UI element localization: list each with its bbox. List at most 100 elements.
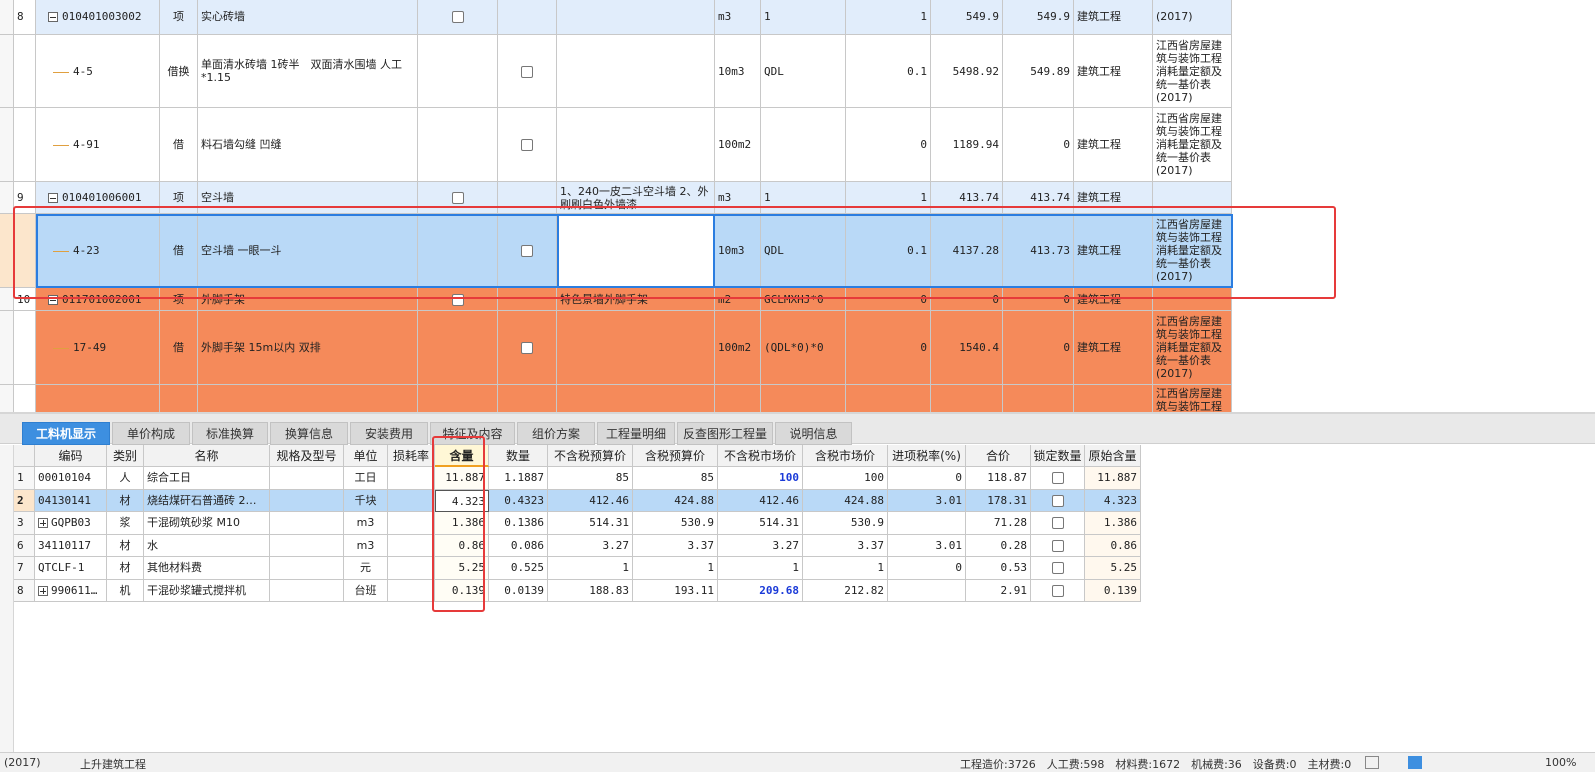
total-cell[interactable]	[1003, 385, 1074, 412]
major-cell[interactable]	[1074, 385, 1153, 412]
sum-cell[interactable]: 178.31	[966, 489, 1031, 512]
total-cell[interactable]: 413.74	[1003, 182, 1074, 214]
code-cell[interactable]: 010401006001	[36, 182, 160, 214]
tab-10[interactable]: 说明信息	[775, 422, 852, 445]
mkt-cell[interactable]: 100	[718, 467, 803, 490]
orig-cell[interactable]: 11.887	[1085, 467, 1141, 490]
tab-1[interactable]: 工料机显示	[22, 422, 110, 445]
lock-checkbox-cell[interactable]	[418, 108, 498, 182]
column-header-unit[interactable]: 单位	[344, 445, 388, 467]
lock-checkbox-cell[interactable]	[418, 288, 498, 311]
name-cell[interactable]: 单面清水砖墙 1砖半 双面清水围墙 人工*1.15	[198, 35, 418, 108]
cat-cell[interactable]: 机	[107, 579, 144, 602]
content-cell[interactable]: 11.887	[435, 467, 489, 490]
column-header-spec[interactable]: 规格及型号	[270, 445, 344, 467]
price-cell[interactable]: 549.9	[931, 0, 1003, 35]
qty-cell[interactable]: 0.525	[489, 557, 548, 580]
cat-cell[interactable]: 人	[107, 467, 144, 490]
major-cell[interactable]: 建筑工程	[1074, 182, 1153, 214]
pre-cell[interactable]: 85	[548, 467, 633, 490]
column-header-tax[interactable]: 进项税率(%)	[888, 445, 966, 467]
feature-cell[interactable]: 特色景墙外脚手架	[557, 288, 715, 311]
price-cell[interactable]	[931, 385, 1003, 412]
feature-cell[interactable]	[557, 108, 715, 182]
lock-cell[interactable]	[1031, 534, 1085, 557]
tab-4[interactable]: 换算信息	[270, 422, 348, 445]
source-cell[interactable]: 江西省房屋建筑与装饰工程消耗量定额及统一基价表(2017)	[1153, 311, 1232, 385]
loss-cell[interactable]	[388, 467, 435, 490]
mkt_tax-cell[interactable]: 530.9	[803, 512, 888, 535]
major-cell[interactable]: 建筑工程	[1074, 0, 1153, 35]
column-header-qty[interactable]: 数量	[489, 445, 548, 467]
unit-cell[interactable]: 千块	[344, 489, 388, 512]
resource-row[interactable]: 7 QTCLF-1 材 其他材料费 元 5.25 0.525 1 1 1 1 0 0.53 5.25	[0, 557, 1141, 580]
mkt-cell[interactable]: 1	[718, 557, 803, 580]
qty-cell[interactable]: 0.1386	[489, 512, 548, 535]
tab-9[interactable]: 反查图形工程量	[677, 422, 773, 445]
pre-cell[interactable]: 514.31	[548, 512, 633, 535]
pre_tax-cell[interactable]: 3.37	[633, 534, 718, 557]
row-checkbox[interactable]	[521, 342, 533, 354]
loss-cell[interactable]	[388, 579, 435, 602]
content-cell[interactable]: 4.323	[435, 489, 489, 512]
row-checkbox[interactable]	[521, 139, 533, 151]
major-cell[interactable]: 建筑工程	[1074, 214, 1153, 288]
feature-cell[interactable]	[557, 311, 715, 385]
mkt_tax-cell[interactable]: 212.82	[803, 579, 888, 602]
content-cell[interactable]: 0.86	[435, 534, 489, 557]
lock-checkbox-cell[interactable]	[418, 311, 498, 385]
spec-cell[interactable]	[270, 489, 344, 512]
content-cell[interactable]: 0.139	[435, 579, 489, 602]
zoom-level[interactable]: 100%	[1545, 756, 1576, 769]
column-header-pre[interactable]: 不含税预算价	[548, 445, 633, 467]
loss-cell[interactable]	[388, 557, 435, 580]
lock-cell[interactable]	[1031, 579, 1085, 602]
row-checkbox[interactable]	[451, 294, 464, 306]
pre-cell[interactable]: 1	[548, 557, 633, 580]
tab-2[interactable]: 单价构成	[112, 422, 190, 445]
name-cell[interactable]: 干混砌筑砂浆 M10	[144, 512, 270, 535]
unit-cell[interactable]: 台班	[344, 579, 388, 602]
flag-checkbox-cell[interactable]	[498, 182, 557, 214]
sum-cell[interactable]: 71.28	[966, 512, 1031, 535]
pre_tax-cell[interactable]: 1	[633, 557, 718, 580]
name-cell[interactable]: 外脚手架 15m以内 双排	[198, 311, 418, 385]
code-cell[interactable]: 17-49	[36, 311, 160, 385]
tax-cell[interactable]: 0	[888, 467, 966, 490]
name-cell[interactable]: 外脚手架	[198, 288, 418, 311]
collapse-toggle-icon[interactable]	[48, 193, 58, 203]
loss-cell[interactable]	[388, 489, 435, 512]
selected-resource-row[interactable]: 2 04130141 材 烧结煤矸石普通砖 2… 千块 4.323 0.4323 412.46…	[0, 489, 1141, 512]
collapse-toggle-icon[interactable]	[48, 295, 58, 305]
layout-icon[interactable]	[1365, 756, 1379, 769]
name-cell[interactable]: 水	[144, 534, 270, 557]
total-cell[interactable]: 0	[1003, 288, 1074, 311]
source-cell[interactable]: 江西省房屋建筑与装饰工程消耗量定额及统一基价表(2017)	[1153, 108, 1232, 182]
spec-cell[interactable]	[270, 467, 344, 490]
sum-cell[interactable]: 118.87	[966, 467, 1031, 490]
qty-cell[interactable]: 0	[846, 108, 931, 182]
lock-cell[interactable]	[1031, 557, 1085, 580]
mkt_tax-cell[interactable]: 100	[803, 467, 888, 490]
code-cell[interactable]: 4-91	[36, 108, 160, 182]
lock-cell[interactable]	[1031, 467, 1085, 490]
name-cell[interactable]: 综合工日	[144, 467, 270, 490]
price-cell[interactable]: 1189.94	[931, 108, 1003, 182]
flag-checkbox-cell[interactable]	[498, 385, 557, 412]
code-cell[interactable]: 4-23	[36, 214, 160, 288]
unit-cell[interactable]: 100m2	[715, 311, 761, 385]
name-cell[interactable]: 空斗墙	[198, 182, 418, 214]
code-cell[interactable]: 010401003002	[36, 0, 160, 35]
column-header-mkt[interactable]: 不含税市场价	[718, 445, 803, 467]
table-row[interactable]: 17-49 借 外脚手架 15m以内 双排 100m2 (QDL*0)*0 0 1540.4…	[0, 311, 1232, 385]
tab-5[interactable]: 安装费用	[350, 422, 428, 445]
source-cell[interactable]	[1153, 288, 1232, 311]
cat-cell[interactable]: 材	[107, 489, 144, 512]
expr-cell[interactable]: (QDL*0)*0	[761, 311, 846, 385]
orig-cell[interactable]: 1.386	[1085, 512, 1141, 535]
idx-cell[interactable]: 10	[14, 288, 36, 311]
row-checkbox[interactable]	[451, 11, 464, 23]
column-header-orig[interactable]: 原始含量	[1085, 445, 1141, 467]
name-cell[interactable]: 烧结煤矸石普通砖 2…	[144, 489, 270, 512]
idx-cell[interactable]: 8	[14, 0, 36, 35]
